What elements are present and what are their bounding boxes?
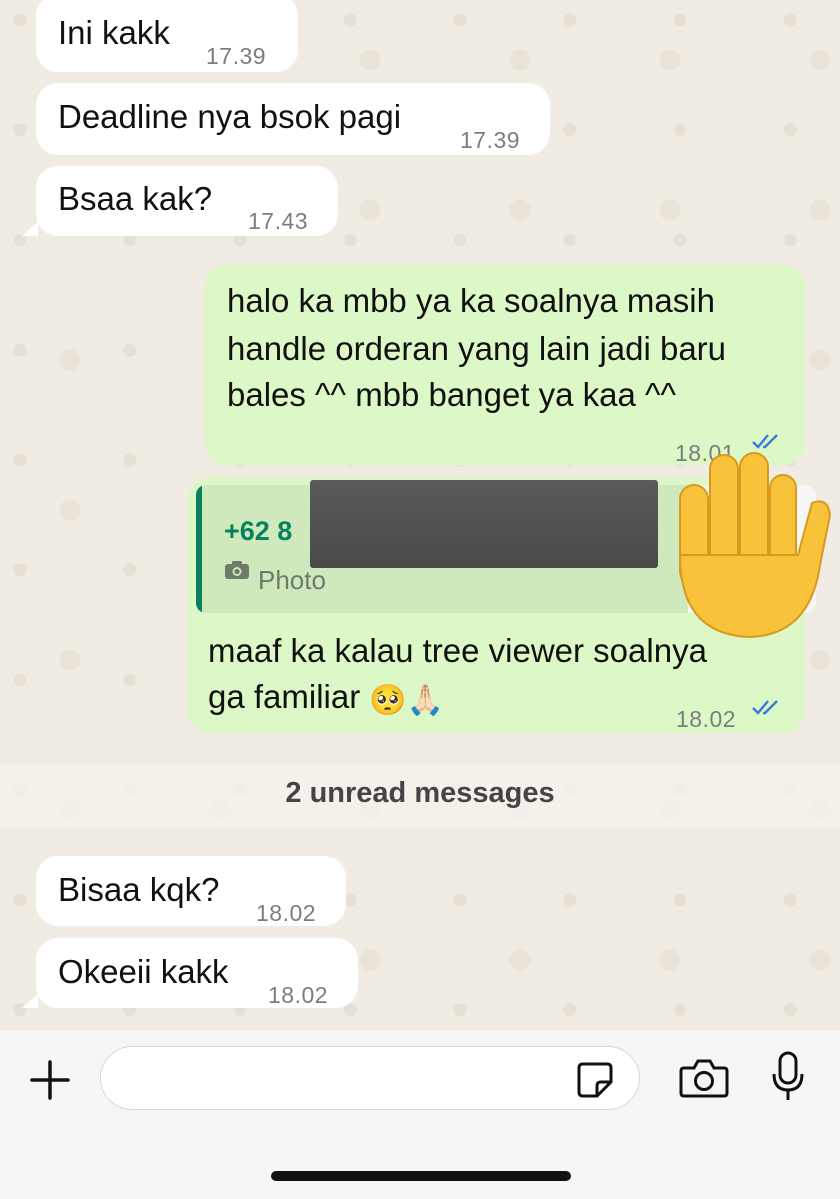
chat-area: Ini kakk 17.39 Deadline nya bsok pagi 17… xyxy=(0,0,840,1030)
mic-icon[interactable] xyxy=(770,1050,806,1104)
sticker-icon[interactable] xyxy=(575,1060,615,1100)
message-line: handle orderan yang lain jadi baru xyxy=(227,330,727,367)
message-text: Deadline nya bsok pagi xyxy=(58,98,402,135)
message-incoming[interactable]: Bisaa kqk? 18.02 xyxy=(36,856,346,926)
message-line: bales ^^ mbb banget ya kaa ^^ xyxy=(227,376,677,413)
message-text: Ini kakk xyxy=(58,14,170,51)
message-text: Bsaa kak? xyxy=(58,180,213,217)
bubble-tail xyxy=(22,222,38,236)
plus-icon[interactable] xyxy=(28,1058,72,1102)
quote-accent-bar xyxy=(196,485,202,613)
emoji: 🥺🙏🏻 xyxy=(369,684,445,717)
unread-divider-label: 2 unread messages xyxy=(285,777,555,809)
message-incoming[interactable]: Bsaa kak? 17.43 xyxy=(36,166,338,236)
message-time: 18.02 xyxy=(256,900,317,926)
message-outgoing[interactable]: halo ka mbb ya ka soalnya masih handle o… xyxy=(205,265,805,466)
quote-sender: +62 8 xyxy=(224,516,293,546)
message-incoming[interactable]: Ini kakk 17.39 xyxy=(36,0,298,72)
redaction-box xyxy=(310,480,658,568)
raised-hand-icon xyxy=(678,452,832,639)
camera-small-icon xyxy=(225,561,249,579)
home-indicator[interactable] xyxy=(271,1171,571,1181)
message-line-text: ga familiar xyxy=(208,678,361,715)
camera-icon[interactable] xyxy=(678,1056,730,1100)
message-incoming[interactable]: Okeeii kakk 18.02 xyxy=(36,938,358,1008)
message-time: 17.39 xyxy=(206,43,267,69)
message-text: Okeeii kakk xyxy=(58,953,229,990)
message-line: ga familiar 🥺🙏🏻 xyxy=(208,673,444,725)
message-text: Bisaa kqk? xyxy=(58,871,220,908)
message-line: maaf ka kalau tree viewer soalnya xyxy=(208,632,707,669)
message-time: 17.39 xyxy=(460,127,521,153)
unread-divider: 2 unread messages xyxy=(0,764,840,828)
message-line: halo ka mbb ya ka soalnya masih xyxy=(227,282,715,319)
read-ticks-icon xyxy=(752,700,778,715)
message-time: 18.02 xyxy=(676,706,737,732)
message-incoming[interactable]: Deadline nya bsok pagi 17.39 xyxy=(36,83,550,155)
message-input[interactable] xyxy=(100,1046,640,1110)
bubble-tail xyxy=(22,994,38,1008)
message-time: 17.43 xyxy=(248,208,309,234)
message-time: 18.02 xyxy=(268,982,329,1008)
